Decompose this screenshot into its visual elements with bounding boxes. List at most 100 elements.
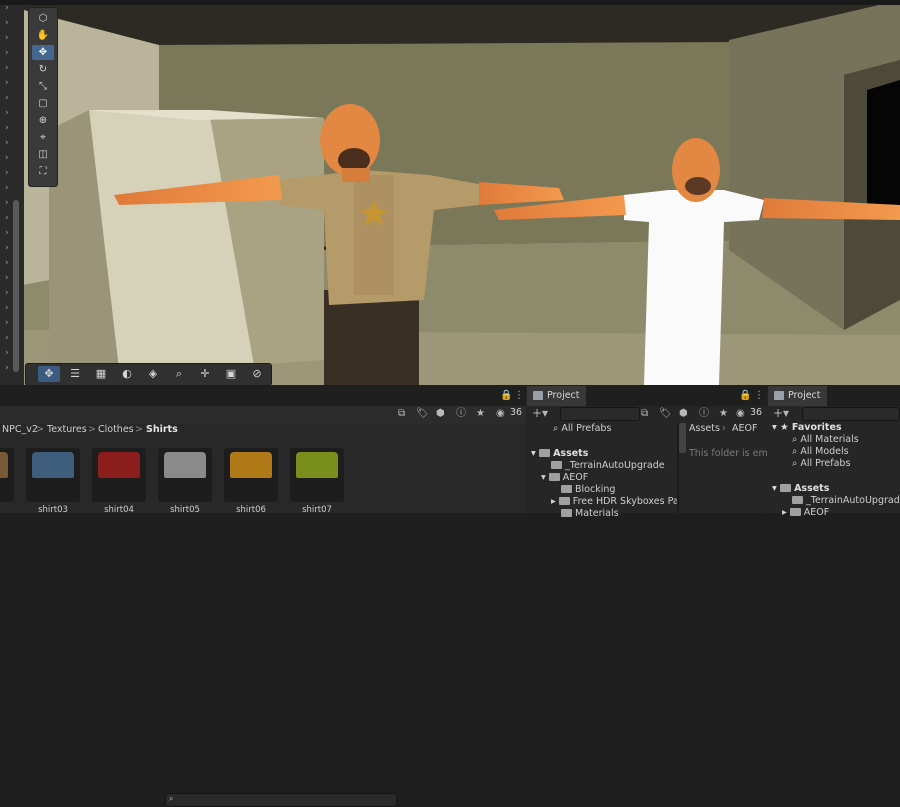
- breadcrumb-item[interactable]: Clothes: [98, 424, 134, 435]
- tab-project[interactable]: Project: [768, 386, 827, 406]
- asset-label: shirt03: [38, 505, 68, 515]
- asset-label: shirt05: [170, 505, 200, 515]
- asset-count: 36: [510, 407, 523, 418]
- asset-thumbnail[interactable]: [158, 448, 212, 502]
- favorite-item[interactable]: ⌕ All Models: [792, 446, 849, 457]
- asset-thumbnail[interactable]: [290, 448, 344, 502]
- snap-icon[interactable]: ◐: [116, 366, 138, 382]
- custom-tool-2-icon[interactable]: ◫: [32, 147, 54, 162]
- chevron-right-icon[interactable]: ›: [5, 153, 15, 163]
- scrollbar-thumb[interactable]: [679, 423, 686, 453]
- shirt-preview: [164, 452, 206, 478]
- tree-item[interactable]: _TerrainAutoUpgrade: [551, 460, 665, 471]
- chevron-right-icon[interactable]: ›: [5, 93, 15, 103]
- project-panel: Project 🔒 ⋮ +▾ ⧉ 🏷 ⬢ ⓘ ★ ◉ 36 ⌕ All Pref…: [527, 386, 774, 519]
- tree-root-assets[interactable]: ▾ Assets: [772, 483, 829, 494]
- favorite-item[interactable]: ⌕ All Prefabs: [792, 458, 850, 469]
- create-icon[interactable]: ⧉: [398, 407, 405, 421]
- asset-thumbnail[interactable]: [0, 448, 14, 502]
- tree-item[interactable]: ▸ Free HDR Skyboxes Pa: [551, 496, 679, 507]
- search-input[interactable]: [802, 407, 900, 421]
- info-icon[interactable]: ⓘ: [699, 407, 709, 421]
- lock-icon[interactable]: 🔒: [500, 389, 512, 403]
- chevron-right-icon[interactable]: ›: [5, 33, 15, 43]
- move-tool-icon[interactable]: ✥: [32, 45, 54, 60]
- pivot-icon[interactable]: ✛: [194, 366, 216, 382]
- star-icon: ★: [780, 422, 792, 433]
- tree-item[interactable]: _TerrainAutoUpgrade: [792, 495, 900, 506]
- folder-icon: [551, 461, 562, 469]
- tab-project[interactable]: Project: [527, 386, 586, 406]
- view-tool-icon[interactable]: ⬡: [32, 11, 54, 26]
- breadcrumb-item[interactable]: NPC_v2: [2, 424, 38, 435]
- custom-tool-3-icon[interactable]: ⛶: [32, 164, 54, 179]
- chevron-right-icon[interactable]: ›: [5, 138, 15, 148]
- chevron-right-icon[interactable]: ›: [5, 18, 15, 28]
- scene-view[interactable]: [24, 0, 900, 385]
- empty-folder-message: This folder is emp: [689, 448, 774, 459]
- breadcrumb-item[interactable]: Assets: [689, 423, 720, 434]
- breadcrumb-current: Shirts: [146, 424, 178, 435]
- tree-item-all-prefabs[interactable]: ⌕ All Prefabs: [553, 423, 611, 434]
- custom-tool-icon[interactable]: ⌖: [32, 130, 54, 145]
- search-input[interactable]: ⌕: [165, 793, 397, 807]
- navigate-icon[interactable]: ⊘: [246, 366, 268, 382]
- info-icon[interactable]: ⓘ: [456, 407, 466, 421]
- add-icon[interactable]: +▾: [532, 406, 548, 420]
- favorite-item[interactable]: ⌕ All Materials: [792, 434, 859, 445]
- asset-thumbnail[interactable]: [26, 448, 80, 502]
- tree-item[interactable]: Blocking: [561, 484, 615, 495]
- chevron-right-icon[interactable]: ›: [5, 123, 15, 133]
- folder-icon: [792, 496, 803, 504]
- rotate-tool-icon[interactable]: ↻: [32, 62, 54, 77]
- zoom-icon[interactable]: ⌕: [168, 366, 190, 382]
- asset-label: shirt04: [104, 505, 134, 515]
- visibility-icon[interactable]: ◉: [736, 407, 745, 421]
- search-input[interactable]: [560, 407, 640, 421]
- favorite-icon[interactable]: ★: [719, 407, 728, 421]
- chevron-right-icon[interactable]: ›: [5, 108, 15, 118]
- scene-overlay-toolbar: ✥ ☰ ▦ ◐ ◈ ⌕ ✛ ▣ ⊘: [25, 363, 272, 386]
- hand-tool-icon[interactable]: ✋: [32, 28, 54, 43]
- menu-icon[interactable]: ⋮: [754, 389, 764, 403]
- chevron-right-icon[interactable]: ›: [5, 78, 15, 88]
- chevron-right-icon[interactable]: ›: [5, 168, 15, 178]
- tag-icon[interactable]: ⬢: [436, 407, 445, 421]
- menu-icon[interactable]: ⋮: [514, 389, 524, 403]
- folder-icon: [774, 391, 784, 400]
- chevron-right-icon[interactable]: ›: [5, 183, 15, 193]
- lock-icon[interactable]: 🔒: [739, 389, 751, 403]
- breadcrumb-item[interactable]: Textures: [47, 424, 87, 435]
- transform-tool-icon[interactable]: ⊕: [32, 113, 54, 128]
- align-icon[interactable]: ☰: [64, 366, 86, 382]
- visibility-icon[interactable]: ◉: [496, 407, 505, 421]
- label-filter-icon[interactable]: 🏷: [659, 407, 672, 421]
- asset-thumbnail[interactable]: [224, 448, 278, 502]
- rect-tool-icon[interactable]: ▢: [32, 96, 54, 111]
- label-filter-icon[interactable]: 🏷: [416, 407, 429, 421]
- move-icon[interactable]: ✥: [38, 366, 60, 382]
- tag-icon[interactable]: ⬢: [679, 407, 688, 421]
- grid-icon[interactable]: ▦: [90, 366, 112, 382]
- hierarchy-scrollbar[interactable]: [13, 200, 19, 372]
- scale-tool-icon[interactable]: ⤡: [32, 79, 54, 94]
- asset-thumbnail[interactable]: [92, 448, 146, 502]
- breadcrumb-separator: >: [36, 424, 44, 435]
- breadcrumb-item[interactable]: AEOF: [732, 423, 757, 434]
- chevron-right-icon: ▸: [551, 496, 559, 507]
- tree-root-assets[interactable]: ▾ Assets: [531, 448, 588, 459]
- layers-icon[interactable]: ◈: [142, 366, 164, 382]
- favorites-header[interactable]: ▾ ★ Favorites: [772, 422, 842, 433]
- asset-count: 36: [750, 407, 763, 418]
- create-icon[interactable]: ⧉: [641, 407, 648, 421]
- breadcrumb-separator: >: [88, 424, 96, 435]
- add-icon[interactable]: +▾: [773, 406, 789, 420]
- folder-icon: [561, 509, 572, 517]
- top-strip: [0, 0, 900, 5]
- tree-item[interactable]: Materials: [561, 508, 619, 519]
- chevron-right-icon[interactable]: ›: [5, 48, 15, 58]
- chevron-right-icon[interactable]: ›: [5, 63, 15, 73]
- favorite-icon[interactable]: ★: [476, 407, 485, 421]
- tree-item[interactable]: ▾ AEOF: [541, 472, 588, 483]
- camera-icon[interactable]: ▣: [220, 366, 242, 382]
